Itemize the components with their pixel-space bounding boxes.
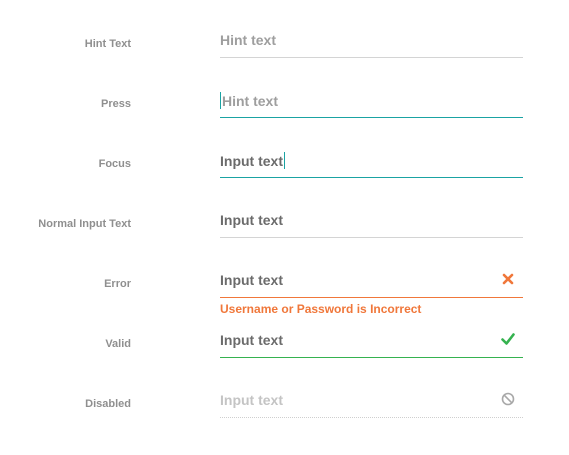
text-field-disabled: Input text: [220, 382, 523, 418]
field-underline: [220, 357, 523, 358]
row-normal: Normal Input Text Input text: [0, 202, 569, 262]
text-field-hint[interactable]: Hint text: [220, 22, 523, 58]
state-label: Normal Input Text: [38, 218, 131, 230]
row-focus: Focus Input text: [0, 142, 569, 202]
field-underline: [220, 177, 523, 178]
text-field-valid[interactable]: Input text: [220, 322, 523, 358]
text-caret: [284, 152, 285, 169]
row-hint-text: Hint Text Hint text: [0, 22, 569, 82]
field-value-wrapper: Hint text: [220, 92, 278, 109]
state-label: Focus: [98, 158, 131, 170]
text-field-focus[interactable]: Input text: [220, 142, 523, 178]
text-field-press[interactable]: Hint text: [220, 82, 523, 118]
row-error: Error Input text Username or Password is…: [0, 262, 569, 322]
state-label: Valid: [105, 338, 131, 350]
field-underline: [220, 117, 523, 118]
field-underline: [220, 417, 523, 418]
row-valid: Valid Input text: [0, 322, 569, 382]
close-icon[interactable]: [501, 272, 515, 286]
field-value: Input text: [220, 153, 283, 169]
state-label: Hint Text: [84, 38, 131, 50]
text-field-error[interactable]: Input text Username or Password is Incor…: [220, 262, 523, 316]
block-icon: [501, 392, 515, 406]
field-placeholder: Hint text: [220, 32, 276, 48]
field-underline: [220, 237, 523, 238]
field-value: Input text: [220, 392, 283, 408]
field-value: Input text: [220, 332, 283, 348]
state-label: Error: [104, 278, 131, 290]
error-message: Username or Password is Incorrect: [220, 302, 422, 316]
state-label: Disabled: [85, 398, 131, 410]
field-placeholder: Hint text: [222, 93, 278, 109]
field-value: Input text: [220, 272, 283, 288]
check-icon: [501, 333, 515, 345]
state-label: Press: [101, 98, 131, 110]
text-caret: [220, 92, 221, 109]
row-disabled: Disabled Input text: [0, 382, 569, 442]
text-field-normal[interactable]: Input text: [220, 202, 523, 238]
field-value: Input text: [220, 212, 283, 228]
row-press: Press Hint text: [0, 82, 569, 142]
field-underline: [220, 297, 523, 298]
field-underline: [220, 57, 523, 58]
field-value-wrapper: Input text: [220, 152, 285, 169]
